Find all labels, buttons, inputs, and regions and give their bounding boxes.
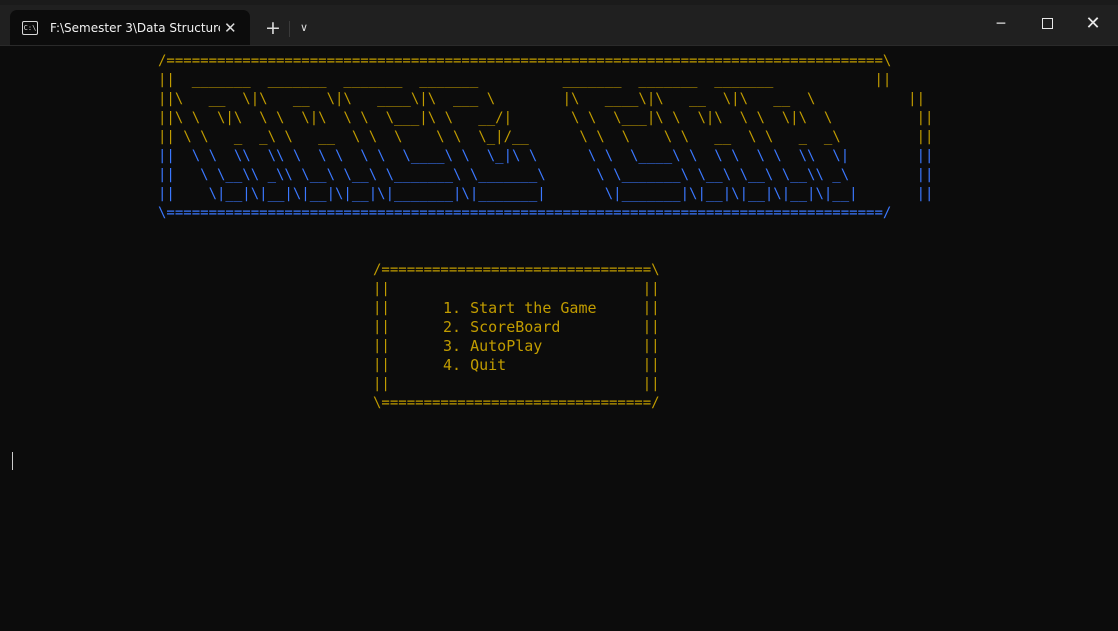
- chevron-down-icon[interactable]: ∨: [289, 15, 319, 41]
- menu-item-scoreboard[interactable]: 2. ScoreBoard: [443, 318, 560, 337]
- menu-blank-line-bottom: || ||: [373, 376, 660, 392]
- menu-item-autoplay[interactable]: 3. AutoPlay: [443, 337, 542, 356]
- terminal-area[interactable]: /=======================================…: [0, 46, 1118, 631]
- close-window-button[interactable]: ✕: [1070, 5, 1116, 45]
- logo-upper: /=======================================…: [158, 53, 934, 145]
- tab-title: F:\Semester 3\Data Structure\: [50, 20, 220, 35]
- maximize-button[interactable]: [1024, 5, 1070, 45]
- maximize-icon: [1041, 18, 1053, 29]
- main-menu-box: /================================\ || ||…: [373, 261, 660, 413]
- menu-row-4: || || 4. Quit: [373, 356, 660, 375]
- menu-blank-line: || ||: [373, 281, 660, 297]
- menu-top-border: /================================\: [373, 262, 660, 278]
- menu-bottom-border: \================================/: [373, 395, 660, 411]
- title-bar: C:\ F:\Semester 3\Data Structure\ ✕ + ∨: [0, 5, 1118, 46]
- menu-item-start[interactable]: 1. Start the Game: [443, 299, 597, 318]
- close-tab-icon[interactable]: ✕: [224, 19, 237, 37]
- terminal-tab[interactable]: C:\ F:\Semester 3\Data Structure\ ✕: [10, 10, 250, 45]
- text-cursor: [12, 452, 13, 470]
- menu-row-1: || || 1. Start the Game: [373, 299, 660, 318]
- terminal-icon: C:\: [22, 20, 38, 35]
- menu-row-2: || || 2. ScoreBoard: [373, 318, 660, 337]
- minimize-button[interactable]: ─: [978, 5, 1024, 45]
- logo-lower: || \ \ \\ \\ \ \ \ \ \ \____\ \ \_|\ \ \…: [158, 148, 934, 221]
- new-tab-button[interactable]: +: [258, 15, 288, 41]
- menu-item-quit[interactable]: 4. Quit: [443, 356, 506, 375]
- menu-row-3: || || 3. AutoPlay: [373, 337, 660, 356]
- race-car-ascii-logo: /=======================================…: [158, 52, 933, 223]
